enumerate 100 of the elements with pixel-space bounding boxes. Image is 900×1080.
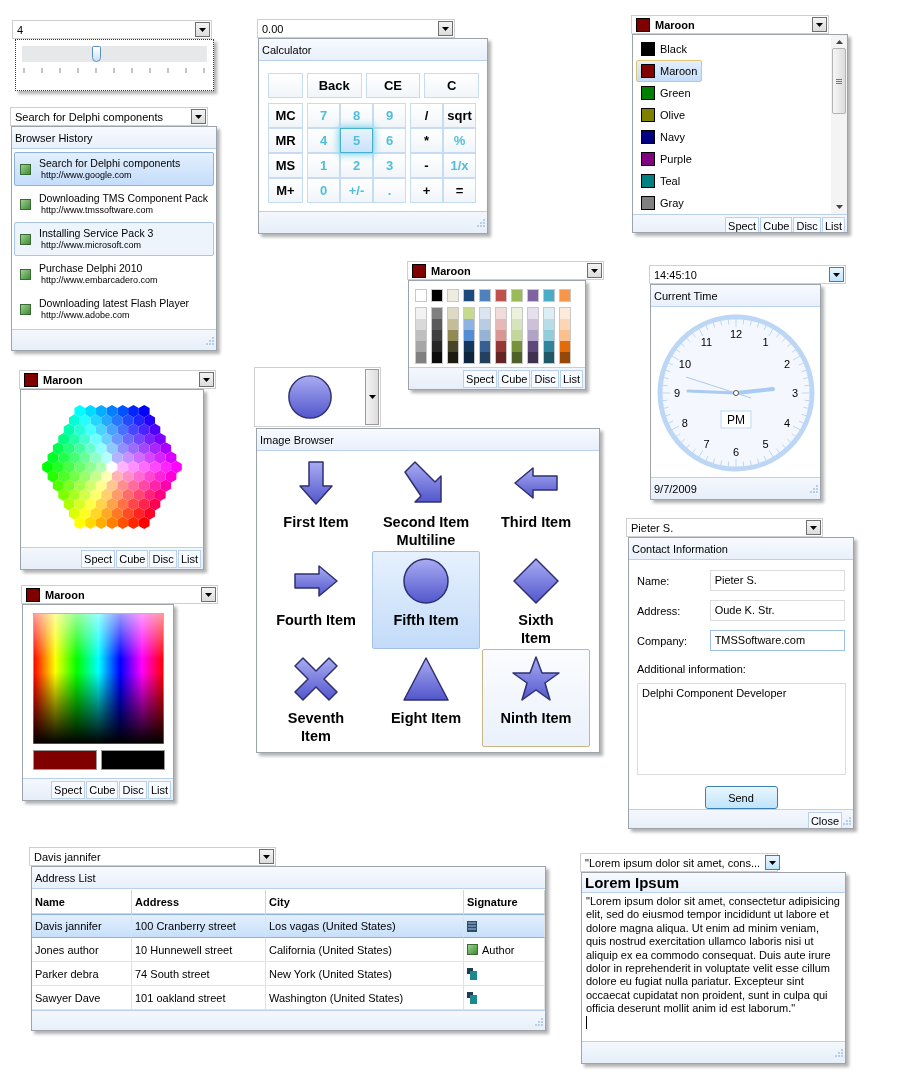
color-swatch[interactable] [432, 319, 442, 330]
mode-tab[interactable]: Cube [116, 549, 149, 568]
color-item[interactable]: Black [636, 38, 692, 60]
dropdown-field[interactable]: Search for Delphi components [10, 107, 208, 126]
dropdown-button[interactable] [259, 849, 274, 864]
dropdown-button[interactable] [829, 267, 844, 282]
calculator-key[interactable]: sqrt [443, 103, 476, 128]
color-item[interactable]: Gray [636, 192, 689, 214]
color-swatch[interactable] [496, 319, 506, 330]
color-swatch[interactable] [495, 289, 507, 302]
image-item[interactable]: Fourth Item [262, 551, 370, 649]
color-swatch[interactable] [528, 319, 538, 330]
color-swatch[interactable] [560, 330, 570, 341]
scroll-thumb[interactable] [832, 48, 846, 114]
color-swatch[interactable] [512, 319, 522, 330]
dropdown-button[interactable] [438, 21, 453, 36]
color-swatch[interactable] [464, 308, 474, 319]
color-swatch[interactable] [416, 352, 426, 363]
color-swatch[interactable] [544, 352, 554, 363]
color-item[interactable]: Purple [636, 148, 697, 170]
dropdown-field[interactable]: Maroon [21, 585, 218, 604]
dropdown-field[interactable]: Davis jannifer [29, 847, 276, 866]
close-button[interactable]: Close [807, 811, 842, 828]
mode-tab[interactable]: Disc [149, 549, 177, 568]
color-swatch[interactable] [512, 341, 522, 352]
dropdown-field[interactable]: Maroon [631, 15, 829, 34]
mode-tab[interactable]: Cube [86, 780, 119, 799]
color-item[interactable]: Olive [636, 104, 691, 126]
dropdown-field[interactable]: 14:45:10 [649, 265, 846, 284]
calculator-key[interactable]: C [424, 73, 479, 98]
image-item[interactable]: Ninth Item [482, 649, 590, 747]
mode-tab[interactable]: Spect [51, 780, 86, 799]
history-item[interactable]: Downloading TMS Component Pack http://www.tmssoftware.com [14, 187, 214, 221]
dropdown-button[interactable] [199, 372, 214, 387]
image-item[interactable]: Second Item Multiline [372, 453, 480, 551]
mode-tab[interactable]: List [821, 216, 845, 232]
mode-tab[interactable]: Cube [760, 216, 793, 232]
notes-field[interactable]: Delphi Component Developer [637, 683, 846, 775]
color-swatch[interactable] [464, 319, 474, 330]
dropdown-button[interactable] [806, 520, 821, 535]
color-swatch[interactable] [560, 319, 570, 330]
calculator-key[interactable]: M+ [268, 178, 303, 203]
image-item[interactable]: Sixth Item [482, 551, 590, 649]
color-swatch[interactable] [496, 330, 506, 341]
color-swatch[interactable] [432, 308, 442, 319]
mode-tab[interactable]: Disc [531, 369, 559, 388]
color-item[interactable]: Navy [636, 126, 691, 148]
color-swatch[interactable] [448, 319, 458, 330]
dropdown-button[interactable] [191, 109, 206, 124]
scroll-up-icon[interactable] [835, 40, 843, 44]
color-swatch[interactable] [480, 308, 490, 319]
color-swatch[interactable] [416, 330, 426, 341]
calculator-key[interactable]: - [410, 153, 443, 178]
color-swatch[interactable] [544, 308, 554, 319]
hexagon-color-wheel-drawing[interactable] [42, 402, 182, 532]
calculator-key[interactable]: CE [365, 73, 421, 98]
mode-tab[interactable]: List [147, 780, 171, 799]
color-swatch[interactable] [480, 341, 490, 352]
mode-tab[interactable]: Cube [498, 369, 531, 388]
image-item[interactable]: Fifth Item [372, 551, 480, 649]
dropdown-button[interactable] [765, 855, 781, 870]
dropdown-field[interactable]: Maroon [407, 261, 604, 280]
color-swatch[interactable] [559, 289, 571, 302]
send-button[interactable]: Send [704, 786, 778, 809]
blank-key[interactable] [268, 73, 303, 98]
color-swatch[interactable] [448, 330, 458, 341]
color-item[interactable]: Green [636, 82, 696, 104]
dropdown-button[interactable] [201, 587, 216, 602]
color-swatch[interactable] [463, 289, 475, 302]
color-swatch[interactable] [480, 330, 490, 341]
color-swatch[interactable] [512, 330, 522, 341]
dropdown-field[interactable]: 4 [12, 20, 212, 39]
image-item[interactable]: Eight Item [372, 649, 480, 747]
dropdown-button[interactable] [812, 17, 827, 32]
color-swatch[interactable] [528, 308, 538, 319]
color-swatch[interactable] [448, 308, 458, 319]
color-swatch[interactable] [528, 352, 538, 363]
calculator-key[interactable]: = [443, 178, 476, 203]
color-swatch[interactable] [496, 308, 506, 319]
slider-thumb[interactable] [92, 46, 102, 62]
color-swatch[interactable] [560, 308, 570, 319]
color-swatch[interactable] [447, 289, 459, 302]
input-field[interactable]: Oude K. Str. [709, 600, 845, 621]
color-swatch[interactable] [432, 352, 442, 363]
history-item[interactable]: Purchase Delphi 2010 http://www.embarcadero.com [14, 257, 214, 291]
color-swatch[interactable] [448, 341, 458, 352]
color-swatch[interactable] [512, 352, 522, 363]
color-swatch[interactable] [415, 289, 427, 302]
mode-tab[interactable]: Spect [725, 216, 760, 232]
calculator-key[interactable]: MS [268, 153, 303, 178]
dropdown-button[interactable] [195, 22, 210, 37]
color-swatch[interactable] [432, 330, 442, 341]
color-swatch[interactable] [512, 308, 522, 319]
color-swatch[interactable] [544, 319, 554, 330]
dropdown-field[interactable]: Maroon [19, 370, 216, 389]
history-item[interactable]: Installing Service Pack 3 http://www.microsoft.com [14, 222, 214, 256]
calculator-key[interactable]: MR [268, 128, 303, 153]
color-swatch[interactable] [416, 319, 426, 330]
calculator-key[interactable]: / [410, 103, 443, 128]
dropdown-field[interactable]: "Lorem ipsum dolor sit amet, cons... [580, 853, 778, 872]
